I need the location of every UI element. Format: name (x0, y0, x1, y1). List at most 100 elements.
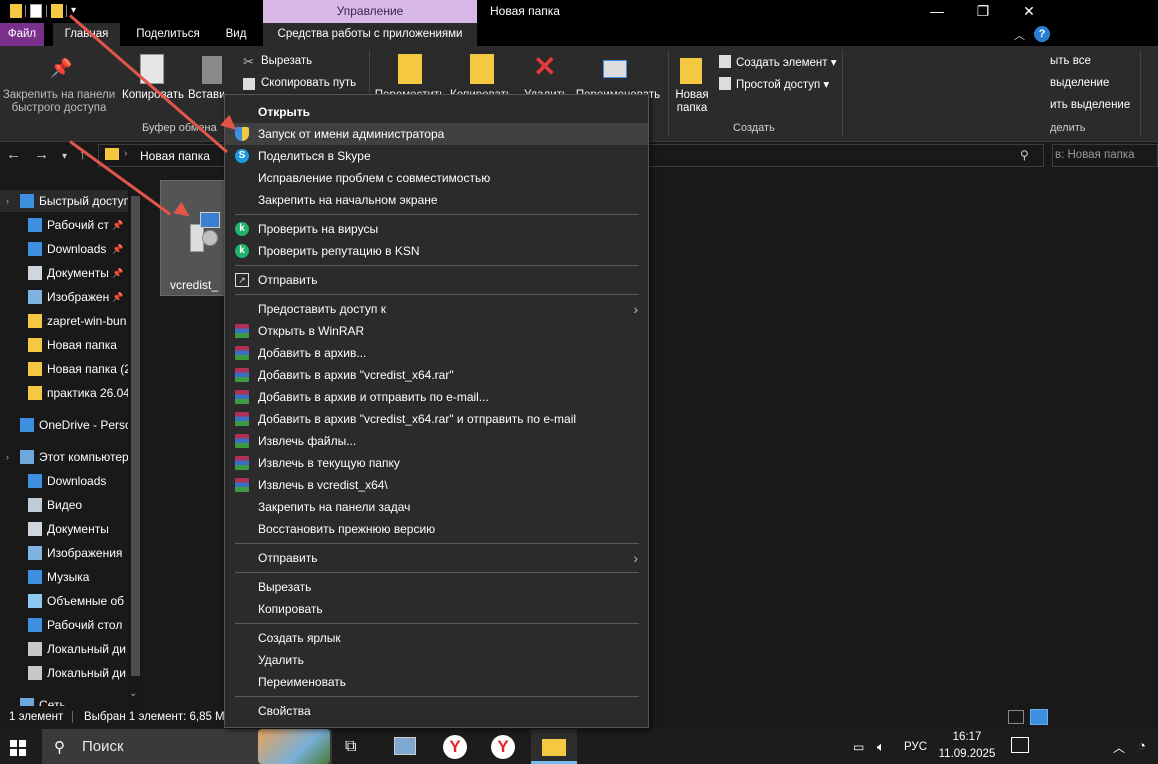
scrollbar-thumb[interactable] (131, 196, 140, 676)
details-view-icon[interactable] (1008, 710, 1024, 724)
menu-item[interactable]: Создать ярлык (225, 627, 648, 649)
menu-item[interactable]: Восстановить прежнюю версию (225, 518, 648, 540)
recent-locations-icon[interactable]: ▾ (62, 151, 67, 162)
scissors-icon: ✂ (243, 54, 254, 69)
nav-item[interactable]: Изображения (0, 542, 128, 564)
divider (668, 50, 669, 136)
menu-item[interactable]: Свойства (225, 700, 648, 722)
paste-button[interactable]: Вставить (188, 89, 224, 102)
menu-item[interactable]: Запуск от имени администратора (225, 123, 648, 145)
new-folder-icon[interactable] (51, 4, 63, 18)
shield-icon (235, 127, 249, 141)
select-all-button[interactable]: ыть все (1050, 55, 1091, 67)
cut-button[interactable]: Вырезать (261, 55, 312, 67)
invert-selection-button[interactable]: ить выделение (1050, 99, 1130, 111)
breadcrumb[interactable]: Новая папка (140, 149, 210, 163)
clock-time[interactable]: 16:17 (942, 731, 992, 743)
notifications-icon[interactable] (1011, 737, 1029, 753)
task-view-icon[interactable]: ⧉ (345, 738, 356, 756)
menu-item[interactable]: Переименовать (225, 671, 648, 693)
windows-start-icon[interactable] (10, 740, 26, 756)
pin-to-quick-access-button[interactable]: Закрепить на панели быстрого доступа (0, 89, 118, 115)
nav-item[interactable]: Объемные об (0, 590, 128, 612)
search-input[interactable]: в: Новая папка (1052, 144, 1158, 167)
easy-access-button[interactable]: Простой доступ ▾ (736, 77, 829, 91)
app-icon[interactable] (394, 737, 416, 755)
menu-item[interactable]: Извлечь файлы... (225, 430, 648, 452)
tab-share[interactable]: Поделиться (130, 23, 206, 46)
nav-item[interactable]: Документы 📌 (0, 262, 128, 284)
wifi-icon[interactable]: ◔ (1138, 738, 1146, 753)
nav-item[interactable]: Рабочий ст 📌 (0, 214, 128, 236)
new-folder-button[interactable]: Новая папка (672, 89, 712, 115)
nav-item[interactable]: практика 26.04 (0, 382, 128, 404)
scroll-down-icon[interactable]: ⌄ (129, 688, 137, 699)
nav-item[interactable]: Локальный ди (0, 662, 128, 684)
nav-item[interactable]: Новая папка (2 (0, 358, 128, 380)
tab-view[interactable]: Вид (216, 23, 256, 46)
select-none-button[interactable]: выделение (1050, 77, 1109, 89)
help-icon[interactable]: ? (1034, 26, 1050, 42)
menu-item[interactable]: Закрепить на начальном экране (225, 189, 648, 211)
chevron-up-icon[interactable]: ︿ (1113, 739, 1125, 756)
expand-chevron-icon[interactable]: › (6, 446, 9, 468)
nav-item[interactable]: Видео (0, 494, 128, 516)
copy-path-button[interactable]: Скопировать путь (261, 77, 356, 89)
menu-item[interactable]: Добавить в архив "vcredist_x64.rar" и от… (225, 408, 648, 430)
maximize-button[interactable]: ❐ (960, 0, 1006, 23)
copy-button[interactable]: Копировать (120, 89, 186, 102)
menu-item[interactable]: Закрепить на панели задач (225, 496, 648, 518)
menu-item[interactable]: Открыть в WinRAR (225, 320, 648, 342)
menu-item[interactable]: Добавить в архив "vcredist_x64.rar" (225, 364, 648, 386)
search-icon[interactable]: ⚲ (1020, 148, 1029, 162)
new-item-button[interactable]: Создать элемент ▾ (736, 55, 837, 69)
properties-icon[interactable] (30, 4, 42, 18)
tab-app-tools[interactable]: Средства работы с приложениями (263, 23, 477, 46)
forward-icon[interactable]: → (34, 146, 49, 163)
menu-item[interactable]: Добавить в архив... (225, 342, 648, 364)
expand-chevron-icon[interactable]: › (6, 190, 9, 212)
collapse-ribbon-icon[interactable]: ︿ (1014, 27, 1025, 43)
menu-item[interactable]: Вырезать (225, 576, 648, 598)
menu-item[interactable]: Добавить в архив и отправить по e-mail..… (225, 386, 648, 408)
nav-item[interactable]: Рабочий стол (0, 614, 128, 636)
battery-icon[interactable]: ▭ (853, 740, 864, 754)
nav-item[interactable]: zapret-win-bun (0, 310, 128, 332)
menu-item[interactable]: Открыть (225, 101, 648, 123)
tab-manage[interactable]: Управление (263, 0, 477, 23)
yandex-icon[interactable]: Y (491, 735, 515, 759)
nav-item[interactable]: Новая папка (0, 334, 128, 356)
minimize-button[interactable]: — (914, 0, 960, 23)
menu-item[interactable]: Исправление проблем с совместимостью (225, 167, 648, 189)
large-icons-view-icon[interactable] (1030, 709, 1048, 725)
menu-item[interactable]: k Проверить на вирусы (225, 218, 648, 240)
back-icon[interactable]: ← (6, 146, 21, 163)
menu-item[interactable]: Отправить › (225, 547, 648, 569)
nav-item[interactable]: Downloads (0, 470, 128, 492)
menu-item[interactable]: Извлечь в vcredist_x64\ (225, 474, 648, 496)
nav-item[interactable]: Этот компьютер › (0, 446, 128, 468)
breadcrumb-chevron-icon: › (124, 148, 128, 159)
tab-file[interactable]: Файл (0, 23, 44, 46)
nav-item[interactable]: Изображен 📌 (0, 286, 128, 308)
menu-item[interactable]: S Поделиться в Skype (225, 145, 648, 167)
nav-item[interactable]: Downloads 📌 (0, 238, 128, 260)
menu-item[interactable]: Копировать (225, 598, 648, 620)
menu-item[interactable]: Предоставить доступ к › (225, 298, 648, 320)
clock-date[interactable]: 11.09.2025 (937, 748, 997, 760)
nav-item[interactable]: Локальный ди (0, 638, 128, 660)
nav-item[interactable]: OneDrive - Perso (0, 414, 128, 436)
menu-item[interactable]: Удалить (225, 649, 648, 671)
menu-item[interactable]: k Проверить репутацию в KSN (225, 240, 648, 262)
yandex-browser-icon[interactable]: Y (443, 735, 467, 759)
language-indicator[interactable]: РУС (904, 741, 927, 753)
menu-item[interactable]: ↗ Отправить (225, 269, 648, 291)
folder-icon (28, 386, 42, 400)
tab-home[interactable]: Главная (53, 23, 120, 46)
menu-item[interactable]: Извлечь в текущую папку (225, 452, 648, 474)
nav-item[interactable]: Музыка (0, 566, 128, 588)
nav-item[interactable]: Быстрый доступ › (0, 190, 128, 212)
close-button[interactable]: ✕ (1006, 0, 1052, 23)
volume-icon[interactable]: 🔈︎ (877, 739, 885, 755)
nav-item[interactable]: Документы (0, 518, 128, 540)
